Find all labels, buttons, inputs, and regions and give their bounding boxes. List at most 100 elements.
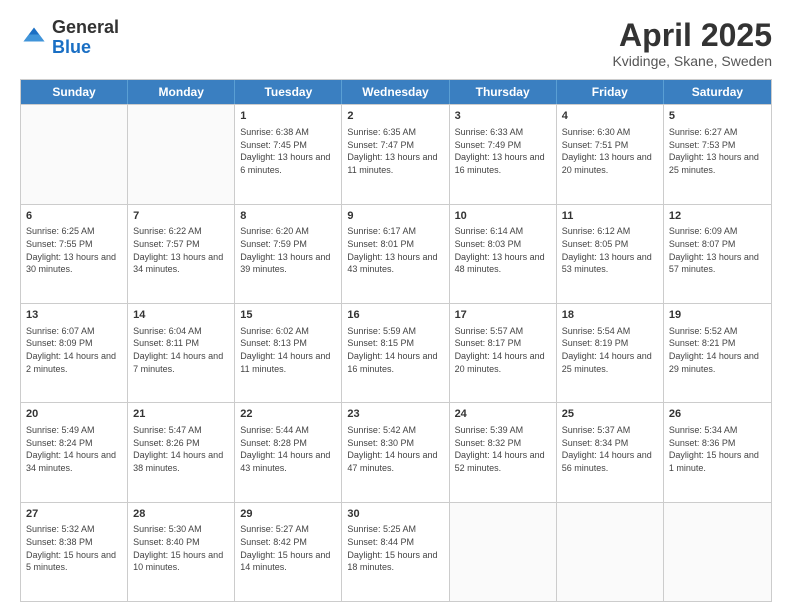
day-info: Sunrise: 5:47 AM Sunset: 8:26 PM Dayligh…: [133, 424, 229, 474]
day-info: Sunrise: 5:37 AM Sunset: 8:34 PM Dayligh…: [562, 424, 658, 474]
day-info: Sunrise: 5:27 AM Sunset: 8:42 PM Dayligh…: [240, 523, 336, 573]
day-number: 27: [26, 507, 122, 522]
day-number: 26: [669, 407, 766, 422]
calendar-day: 15Sunrise: 6:02 AM Sunset: 8:13 PM Dayli…: [235, 304, 342, 402]
calendar-week: 13 Sunrise: 6:07 AM Sunset: 8:09 PM Dayli…: [21, 303, 771, 402]
day-number: 17: [455, 308, 551, 323]
logo-text: General Blue: [52, 18, 119, 58]
weekday-header: Wednesday: [342, 80, 449, 104]
calendar-day: 12Sunrise: 6:09 AM Sunset: 8:07 PM Dayli…: [664, 205, 771, 303]
day-number: 24: [455, 407, 551, 422]
weekday-header: Friday: [557, 80, 664, 104]
logo-blue: Blue: [52, 37, 91, 57]
day-number: 22: [240, 407, 336, 422]
day-info: Sunrise: 6:07 AM Sunset: 8:09 PM Dayligh…: [26, 325, 122, 375]
calendar-day: 28Sunrise: 5:30 AM Sunset: 8:40 PM Dayli…: [128, 503, 235, 601]
empty-day: [21, 105, 128, 203]
calendar-day: 2Sunrise: 6:35 AM Sunset: 7:47 PM Daylig…: [342, 105, 449, 203]
day-info: Sunrise: 6:14 AM Sunset: 8:03 PM Dayligh…: [455, 225, 551, 275]
calendar-day: 17 Sunrise: 5:57 AM Sunset: 8:17 PM Dayli…: [450, 304, 557, 402]
day-info: Sunrise: 6:12 AM Sunset: 8:05 PM Dayligh…: [562, 225, 658, 275]
day-number: 14: [133, 308, 229, 323]
day-info: Sunrise: 6:20 AM Sunset: 7:59 PM Dayligh…: [240, 225, 336, 275]
calendar-day: 20 Sunrise: 5:49 AM Sunset: 8:24 PM Dayli…: [21, 403, 128, 501]
day-info: Sunrise: 6:33 AM Sunset: 7:49 PM Dayligh…: [455, 126, 551, 176]
weekday-header: Sunday: [21, 80, 128, 104]
empty-day: [128, 105, 235, 203]
calendar-day: 29Sunrise: 5:27 AM Sunset: 8:42 PM Dayli…: [235, 503, 342, 601]
day-number: 4: [562, 109, 658, 124]
calendar: SundayMondayTuesdayWednesdayThursdayFrid…: [20, 79, 772, 602]
calendar-day: 26 Sunrise: 5:34 AM Sunset: 8:36 PM Dayli…: [664, 403, 771, 501]
day-number: 13: [26, 308, 122, 323]
day-info: Sunrise: 6:22 AM Sunset: 7:57 PM Dayligh…: [133, 225, 229, 275]
day-number: 9: [347, 209, 443, 224]
day-number: 5: [669, 109, 766, 124]
calendar-body: 1 Sunrise: 6:38 AM Sunset: 7:45 PM Daylig…: [21, 104, 771, 601]
day-info: Sunrise: 5:32 AM Sunset: 8:38 PM Dayligh…: [26, 523, 122, 573]
logo-icon: [20, 24, 48, 52]
day-number: 6: [26, 209, 122, 224]
location-subtitle: Kvidinge, Skane, Sweden: [612, 53, 772, 69]
day-number: 11: [562, 209, 658, 224]
day-info: Sunrise: 6:02 AM Sunset: 8:13 PM Dayligh…: [240, 325, 336, 375]
weekday-header: Tuesday: [235, 80, 342, 104]
day-number: 18: [562, 308, 658, 323]
day-info: Sunrise: 5:57 AM Sunset: 8:17 PM Dayligh…: [455, 325, 551, 375]
day-number: 20: [26, 407, 122, 422]
day-info: Sunrise: 6:38 AM Sunset: 7:45 PM Dayligh…: [240, 126, 336, 176]
day-number: 7: [133, 209, 229, 224]
calendar-day: 9Sunrise: 6:17 AM Sunset: 8:01 PM Daylig…: [342, 205, 449, 303]
weekday-header: Monday: [128, 80, 235, 104]
calendar-day: 21 Sunrise: 5:47 AM Sunset: 8:26 PM Dayli…: [128, 403, 235, 501]
calendar-day: 13 Sunrise: 6:07 AM Sunset: 8:09 PM Dayli…: [21, 304, 128, 402]
day-number: 19: [669, 308, 766, 323]
calendar-day: 18 Sunrise: 5:54 AM Sunset: 8:19 PM Dayli…: [557, 304, 664, 402]
empty-day: [450, 503, 557, 601]
day-info: Sunrise: 5:52 AM Sunset: 8:21 PM Dayligh…: [669, 325, 766, 375]
calendar-day: 7Sunrise: 6:22 AM Sunset: 7:57 PM Daylig…: [128, 205, 235, 303]
calendar-day: 19 Sunrise: 5:52 AM Sunset: 8:21 PM Dayli…: [664, 304, 771, 402]
day-number: 23: [347, 407, 443, 422]
calendar-day: 1 Sunrise: 6:38 AM Sunset: 7:45 PM Daylig…: [235, 105, 342, 203]
day-info: Sunrise: 5:49 AM Sunset: 8:24 PM Dayligh…: [26, 424, 122, 474]
calendar-day: 23Sunrise: 5:42 AM Sunset: 8:30 PM Dayli…: [342, 403, 449, 501]
day-info: Sunrise: 5:25 AM Sunset: 8:44 PM Dayligh…: [347, 523, 443, 573]
day-info: Sunrise: 6:30 AM Sunset: 7:51 PM Dayligh…: [562, 126, 658, 176]
logo-general: General: [52, 17, 119, 37]
day-number: 21: [133, 407, 229, 422]
calendar-day: 25 Sunrise: 5:37 AM Sunset: 8:34 PM Dayli…: [557, 403, 664, 501]
calendar-day: 11Sunrise: 6:12 AM Sunset: 8:05 PM Dayli…: [557, 205, 664, 303]
calendar-day: 3 Sunrise: 6:33 AM Sunset: 7:49 PM Daylig…: [450, 105, 557, 203]
day-number: 1: [240, 109, 336, 124]
calendar-day: 22Sunrise: 5:44 AM Sunset: 8:28 PM Dayli…: [235, 403, 342, 501]
empty-day: [557, 503, 664, 601]
day-info: Sunrise: 6:27 AM Sunset: 7:53 PM Dayligh…: [669, 126, 766, 176]
calendar-day: 16Sunrise: 5:59 AM Sunset: 8:15 PM Dayli…: [342, 304, 449, 402]
calendar-day: 10Sunrise: 6:14 AM Sunset: 8:03 PM Dayli…: [450, 205, 557, 303]
header: General Blue April 2025 Kvidinge, Skane,…: [20, 18, 772, 69]
day-info: Sunrise: 6:09 AM Sunset: 8:07 PM Dayligh…: [669, 225, 766, 275]
calendar-day: 6Sunrise: 6:25 AM Sunset: 7:55 PM Daylig…: [21, 205, 128, 303]
calendar-day: 5 Sunrise: 6:27 AM Sunset: 7:53 PM Daylig…: [664, 105, 771, 203]
calendar-day: 24Sunrise: 5:39 AM Sunset: 8:32 PM Dayli…: [450, 403, 557, 501]
day-info: Sunrise: 5:30 AM Sunset: 8:40 PM Dayligh…: [133, 523, 229, 573]
weekday-header: Saturday: [664, 80, 771, 104]
day-info: Sunrise: 6:17 AM Sunset: 8:01 PM Dayligh…: [347, 225, 443, 275]
day-number: 2: [347, 109, 443, 124]
empty-day: [664, 503, 771, 601]
day-number: 3: [455, 109, 551, 124]
day-number: 12: [669, 209, 766, 224]
day-number: 29: [240, 507, 336, 522]
day-info: Sunrise: 5:34 AM Sunset: 8:36 PM Dayligh…: [669, 424, 766, 474]
day-number: 30: [347, 507, 443, 522]
day-info: Sunrise: 5:54 AM Sunset: 8:19 PM Dayligh…: [562, 325, 658, 375]
day-number: 28: [133, 507, 229, 522]
calendar-day: 30Sunrise: 5:25 AM Sunset: 8:44 PM Dayli…: [342, 503, 449, 601]
calendar-week: 20 Sunrise: 5:49 AM Sunset: 8:24 PM Dayli…: [21, 402, 771, 501]
calendar-day: 27Sunrise: 5:32 AM Sunset: 8:38 PM Dayli…: [21, 503, 128, 601]
day-number: 25: [562, 407, 658, 422]
calendar-week: 27Sunrise: 5:32 AM Sunset: 8:38 PM Dayli…: [21, 502, 771, 601]
day-info: Sunrise: 6:25 AM Sunset: 7:55 PM Dayligh…: [26, 225, 122, 275]
title-block: April 2025 Kvidinge, Skane, Sweden: [612, 18, 772, 69]
